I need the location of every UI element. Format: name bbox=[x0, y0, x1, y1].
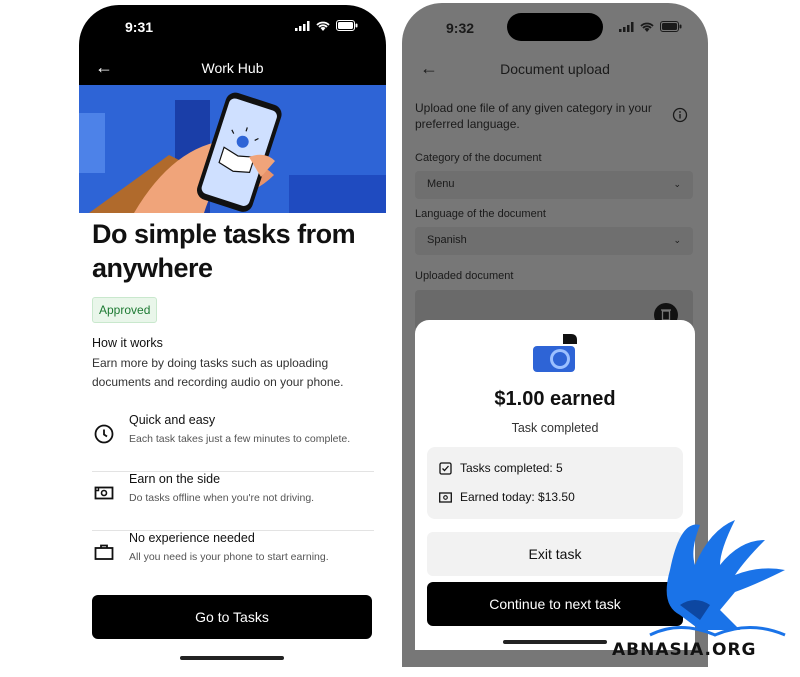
wifi-icon bbox=[316, 21, 330, 31]
work-hub-phone: 9:31 ← Work Hub Do simple tasks from any… bbox=[79, 5, 386, 667]
how-it-works-description: Earn more by doing tasks such as uploadi… bbox=[92, 356, 344, 389]
uploaded-document-label: Uploaded document bbox=[415, 270, 514, 282]
earned-amount: $1.00 earned bbox=[494, 388, 616, 410]
feature-item: Quick and easy Each task takes just a fe… bbox=[92, 413, 374, 472]
signal-icon bbox=[295, 20, 310, 31]
battery-icon bbox=[336, 20, 358, 31]
hero-illustration bbox=[79, 85, 386, 213]
header-title: Work Hub bbox=[201, 60, 264, 76]
feature-title: Quick and easy bbox=[129, 413, 216, 427]
category-value: Menu bbox=[427, 178, 455, 190]
language-select[interactable]: Spanish ⌄ bbox=[415, 227, 693, 255]
wifi-icon bbox=[640, 22, 654, 32]
earned-today-text: Earned today: $13.50 bbox=[460, 490, 575, 504]
earnings-stats: Tasks completed: 5 Earned today: $13.50 bbox=[427, 447, 683, 519]
how-it-works-title: How it works bbox=[92, 336, 163, 350]
checklist-icon bbox=[439, 461, 452, 475]
earned-today-stat: Earned today: $13.50 bbox=[439, 490, 575, 504]
status-time: 9:32 bbox=[446, 20, 475, 36]
upload-instructions: Upload one file of any given category in… bbox=[415, 101, 652, 131]
griffin-logo bbox=[649, 520, 786, 637]
category-label: Category of the document bbox=[415, 152, 542, 164]
category-select[interactable]: Menu ⌄ bbox=[415, 171, 693, 199]
header-title: Document upload bbox=[500, 61, 610, 77]
watermark-text: ABNASIA.ORG bbox=[612, 640, 757, 660]
info-icon[interactable] bbox=[672, 107, 688, 123]
tasks-completed-text: Tasks completed: 5 bbox=[460, 461, 563, 475]
language-value: Spanish bbox=[427, 234, 467, 246]
status-icons bbox=[295, 20, 358, 31]
page-headline: Do simple tasks from anywhere bbox=[92, 219, 356, 283]
feature-title: Earn on the side bbox=[129, 472, 221, 486]
status-badge: Approved bbox=[92, 297, 158, 323]
status-time: 9:31 bbox=[125, 19, 154, 35]
battery-icon bbox=[660, 21, 682, 32]
briefcase-icon bbox=[94, 544, 114, 560]
feature-description: All you need is your phone to start earn… bbox=[129, 551, 329, 563]
tasks-completed-stat: Tasks completed: 5 bbox=[439, 461, 563, 475]
hand-phone-illustration bbox=[79, 85, 386, 213]
feature-item: No experience needed All you need is you… bbox=[92, 531, 374, 590]
go-to-tasks-button[interactable]: Go to Tasks bbox=[92, 595, 372, 639]
status-icons bbox=[619, 21, 682, 32]
cash-icon bbox=[94, 486, 114, 500]
home-indicator[interactable] bbox=[180, 656, 284, 660]
feature-description: Each task takes just a few minutes to co… bbox=[129, 433, 351, 445]
dynamic-island bbox=[507, 13, 603, 41]
feature-title: No experience needed bbox=[129, 531, 255, 545]
language-label: Language of the document bbox=[415, 208, 546, 220]
clock-icon bbox=[94, 424, 114, 444]
feature-description: Do tasks offline when you're not driving… bbox=[129, 492, 315, 504]
home-indicator[interactable] bbox=[503, 640, 607, 644]
chevron-down-icon: ⌄ bbox=[673, 235, 681, 245]
feature-item: Earn on the side Do tasks offline when y… bbox=[92, 472, 374, 531]
earnings-icon bbox=[533, 334, 577, 372]
signal-icon bbox=[619, 21, 634, 32]
top-bar: 9:31 ← Work Hub bbox=[79, 5, 386, 85]
task-completed-text: Task completed bbox=[511, 421, 599, 435]
chevron-down-icon: ⌄ bbox=[673, 179, 681, 189]
cash-icon bbox=[439, 491, 452, 503]
